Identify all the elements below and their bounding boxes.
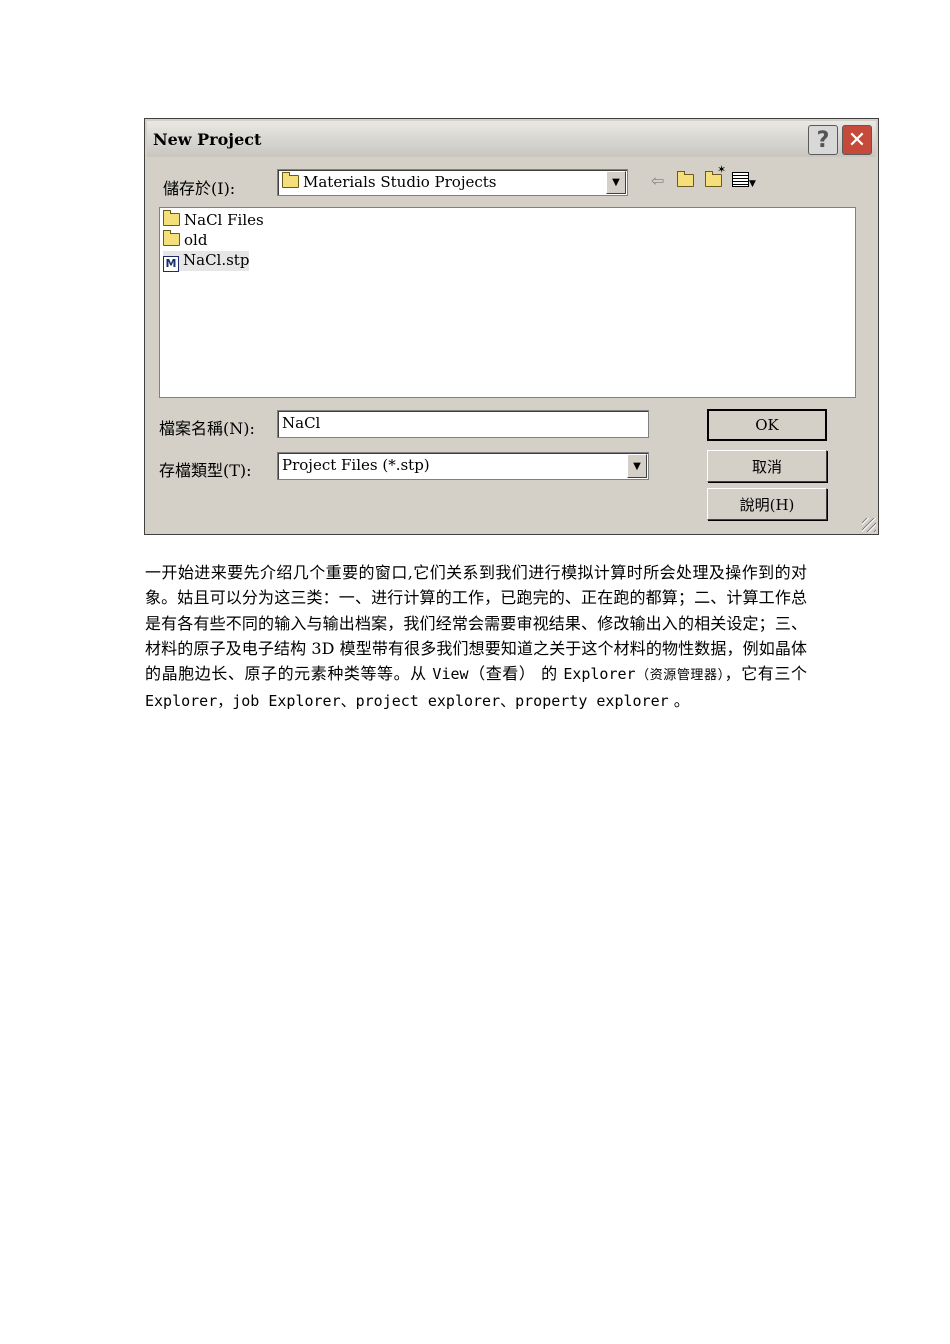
filename-input[interactable]: NaCl [277, 410, 649, 438]
cancel-button[interactable]: 取消 [707, 450, 827, 482]
filetype-label: 存檔類型(T): [159, 461, 252, 480]
list-item[interactable]: NaCl Files [163, 210, 264, 231]
chevron-down-icon[interactable]: ▼ [627, 454, 647, 478]
up-folder-icon[interactable] [677, 171, 694, 190]
folder-icon [163, 230, 180, 246]
view-menu-icon[interactable]: ▼ [732, 171, 756, 190]
list-item[interactable]: M NaCl.stp [163, 251, 250, 272]
folder-icon [163, 210, 180, 226]
filetype-select[interactable]: Project Files (*.stp) ▼ [277, 452, 649, 480]
filename-label: 檔案名稱(N): [159, 419, 255, 438]
new-project-dialog: New Project ? ✕ 儲存於(I): Materials Studio… [144, 118, 879, 535]
title-bar: New Project ? ✕ [147, 121, 876, 157]
back-arrow-icon[interactable]: ⇦ [651, 171, 664, 190]
new-folder-icon[interactable]: ✶ [705, 163, 726, 190]
save-in-select[interactable]: Materials Studio Projects ▼ [277, 169, 628, 196]
file-list[interactable]: NaCl Files old M NaCl.stp [159, 207, 856, 398]
resize-grip[interactable] [862, 518, 876, 532]
help-icon[interactable]: ? [808, 125, 838, 155]
body-paragraph: 一开始进来要先介绍几个重要的窗口,它们关系到我们进行模拟计算时所会处理及操作到的… [145, 563, 807, 711]
save-in-value: Materials Studio Projects [303, 173, 497, 191]
save-in-label: 儲存於(I): [163, 179, 236, 198]
list-item[interactable]: old [163, 230, 207, 251]
folder-icon [282, 172, 299, 188]
ok-button[interactable]: OK [707, 409, 827, 441]
help-button[interactable]: 說明(H) [707, 488, 827, 520]
filetype-value: Project Files (*.stp) [282, 456, 430, 474]
materials-studio-file-icon: M [163, 256, 179, 272]
dialog-title: New Project [153, 130, 262, 149]
chevron-down-icon[interactable]: ▼ [606, 171, 626, 194]
close-icon[interactable]: ✕ [842, 125, 872, 155]
